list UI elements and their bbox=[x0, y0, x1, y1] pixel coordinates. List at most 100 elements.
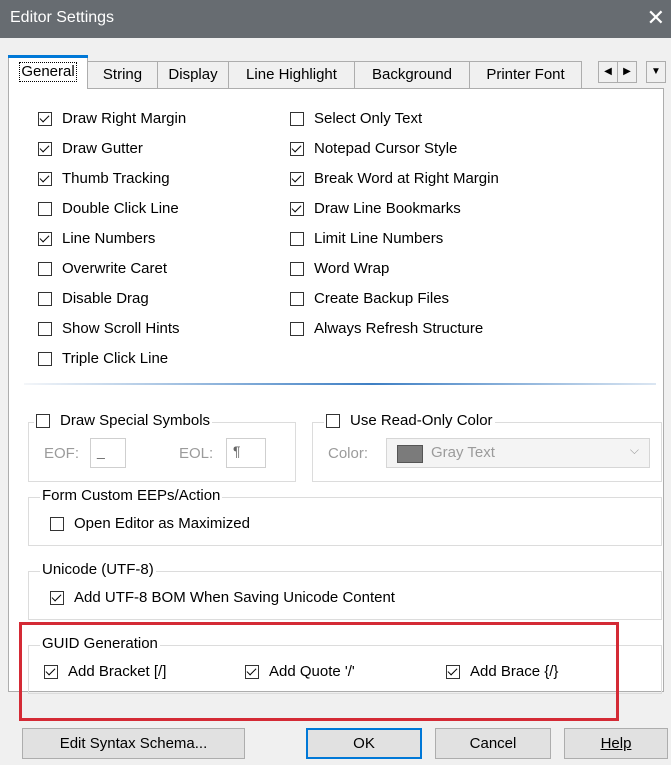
tab-display-label: Display bbox=[168, 66, 218, 83]
close-icon[interactable]: ✕ bbox=[647, 5, 665, 31]
checkbox-label: Break Word at Right Margin bbox=[314, 170, 499, 187]
checkbox-select-only-text[interactable]: Select Only Text bbox=[290, 110, 422, 127]
checkbox-label: Use Read-Only Color bbox=[350, 412, 493, 429]
checkbox-label: Line Numbers bbox=[62, 230, 156, 247]
checkbox-label: Show Scroll Hints bbox=[62, 320, 180, 337]
checkbox-label: Thumb Tracking bbox=[62, 170, 170, 187]
checkbox-overwrite-caret[interactable]: Overwrite Caret bbox=[38, 260, 167, 277]
checkbox-draw-line-bookmarks[interactable]: Draw Line Bookmarks bbox=[290, 200, 461, 217]
color-swatch bbox=[397, 445, 423, 463]
checkbox-draw-special-symbols[interactable]: Draw Special Symbols bbox=[34, 412, 213, 429]
tab-strip: General String Display Line Highlight Ba… bbox=[0, 55, 671, 89]
checkbox-box[interactable] bbox=[38, 231, 52, 246]
checkbox-label: Open Editor as Maximized bbox=[74, 515, 250, 532]
checkbox-show-scroll-hints[interactable]: Show Scroll Hints bbox=[38, 320, 180, 337]
checkbox-box[interactable] bbox=[290, 261, 304, 276]
ok-button[interactable]: OK bbox=[306, 728, 422, 759]
checkbox-draw-right-margin[interactable]: Draw Right Margin bbox=[38, 110, 186, 127]
color-label: Color: bbox=[326, 445, 371, 462]
checkbox-label: Notepad Cursor Style bbox=[314, 140, 458, 157]
checkbox-double-click-line[interactable]: Double Click Line bbox=[38, 200, 179, 217]
color-select[interactable]: Gray Text ⌵ bbox=[386, 438, 650, 468]
checkbox-box[interactable] bbox=[38, 171, 52, 186]
section-divider bbox=[24, 383, 656, 385]
chevron-down-icon: ⌵ bbox=[629, 443, 639, 457]
checkbox-box[interactable] bbox=[50, 516, 64, 531]
editor-settings-dialog: Editor Settings ✕ General String Display… bbox=[0, 0, 671, 765]
tab-scroll-right-icon[interactable]: ▶ bbox=[617, 61, 637, 83]
checkbox-box[interactable] bbox=[290, 111, 304, 126]
checkbox-label: Draw Special Symbols bbox=[60, 412, 211, 429]
checkbox-label: Word Wrap bbox=[314, 260, 390, 277]
checkbox-label: Overwrite Caret bbox=[62, 260, 168, 277]
eol-input[interactable]: ¶ bbox=[226, 438, 266, 468]
guid-highlight-annotation bbox=[19, 622, 619, 721]
color-select-value: Gray Text bbox=[431, 444, 495, 461]
tab-string-label: String bbox=[102, 66, 143, 83]
checkbox-label: Always Refresh Structure bbox=[314, 320, 484, 337]
checkbox-line-numbers[interactable]: Line Numbers bbox=[38, 230, 155, 247]
checkbox-word-wrap[interactable]: Word Wrap bbox=[290, 260, 389, 277]
help-button-label: Help bbox=[600, 735, 632, 752]
tab-menu-chevron-down-icon[interactable]: ▼ bbox=[646, 61, 666, 83]
checkbox-label: Double Click Line bbox=[62, 200, 179, 217]
checkbox-box[interactable] bbox=[38, 201, 52, 216]
checkbox-label: Draw Right Margin bbox=[62, 110, 187, 127]
help-button[interactable]: Help bbox=[564, 728, 668, 759]
checkbox-box[interactable] bbox=[290, 291, 304, 306]
checkbox-use-readonly-color[interactable]: Use Read-Only Color bbox=[324, 412, 495, 429]
checkbox-add-utf8-bom[interactable]: Add UTF-8 BOM When Saving Unicode Conten… bbox=[50, 589, 395, 606]
title-bar[interactable]: Editor Settings ✕ bbox=[0, 0, 671, 38]
tab-printer-font-label: Printer Font bbox=[486, 66, 565, 83]
checkbox-triple-click-line[interactable]: Triple Click Line bbox=[38, 350, 168, 367]
checkbox-box[interactable] bbox=[38, 141, 52, 156]
checkbox-disable-drag[interactable]: Disable Drag bbox=[38, 290, 149, 307]
eof-input[interactable]: _ bbox=[90, 438, 126, 468]
unicode-legend: Unicode (UTF-8) bbox=[40, 561, 156, 578]
tab-line-highlight-label: Line Highlight bbox=[246, 66, 337, 83]
checkbox-box[interactable] bbox=[38, 321, 52, 336]
checkbox-label: Disable Drag bbox=[62, 290, 149, 307]
checkbox-open-editor-maximized[interactable]: Open Editor as Maximized bbox=[50, 515, 250, 532]
tab-background[interactable]: Background bbox=[354, 61, 470, 88]
checkbox-label: Draw Line Bookmarks bbox=[314, 200, 461, 217]
tab-general[interactable]: General bbox=[8, 55, 88, 89]
tab-display[interactable]: Display bbox=[157, 61, 229, 88]
tab-general-label: General bbox=[19, 62, 77, 82]
tab-line-highlight[interactable]: Line Highlight bbox=[228, 61, 355, 88]
checkbox-break-word-at-right-margin[interactable]: Break Word at Right Margin bbox=[290, 170, 499, 187]
checkbox-box[interactable] bbox=[290, 141, 304, 156]
checkbox-box[interactable] bbox=[38, 351, 52, 366]
eof-label: EOF: bbox=[42, 445, 82, 462]
tab-string[interactable]: String bbox=[87, 61, 158, 88]
edit-syntax-schema-button[interactable]: Edit Syntax Schema... bbox=[22, 728, 245, 759]
checkbox-always-refresh-structure[interactable]: Always Refresh Structure bbox=[290, 320, 483, 337]
checkbox-thumb-tracking[interactable]: Thumb Tracking bbox=[38, 170, 170, 187]
checkbox-box[interactable] bbox=[50, 590, 64, 605]
checkbox-box[interactable] bbox=[290, 171, 304, 186]
checkbox-limit-line-numbers[interactable]: Limit Line Numbers bbox=[290, 230, 443, 247]
tab-printer-font[interactable]: Printer Font bbox=[469, 61, 582, 88]
checkbox-box[interactable] bbox=[290, 321, 304, 336]
checkbox-label: Triple Click Line bbox=[62, 350, 169, 367]
checkbox-box[interactable] bbox=[36, 413, 50, 428]
checkbox-box[interactable] bbox=[38, 291, 52, 306]
cancel-button[interactable]: Cancel bbox=[435, 728, 551, 759]
checkbox-label: Add UTF-8 BOM When Saving Unicode Conten… bbox=[74, 589, 395, 606]
checkbox-create-backup-files[interactable]: Create Backup Files bbox=[290, 290, 449, 307]
checkbox-box[interactable] bbox=[38, 111, 52, 126]
checkbox-label: Draw Gutter bbox=[62, 140, 143, 157]
checkbox-label: Limit Line Numbers bbox=[314, 230, 444, 247]
checkbox-label: Select Only Text bbox=[314, 110, 423, 127]
checkbox-box[interactable] bbox=[38, 261, 52, 276]
checkbox-notepad-cursor-style[interactable]: Notepad Cursor Style bbox=[290, 140, 457, 157]
form-custom-legend: Form Custom EEPs/Action bbox=[40, 487, 223, 504]
checkbox-draw-gutter[interactable]: Draw Gutter bbox=[38, 140, 143, 157]
checkbox-box[interactable] bbox=[290, 201, 304, 216]
checkbox-box[interactable] bbox=[326, 413, 340, 428]
checkbox-label: Create Backup Files bbox=[314, 290, 450, 307]
tab-background-label: Background bbox=[371, 66, 453, 83]
checkbox-box[interactable] bbox=[290, 231, 304, 246]
tab-scroll-left-icon[interactable]: ◀ bbox=[598, 61, 618, 83]
window-title: Editor Settings bbox=[10, 9, 115, 26]
